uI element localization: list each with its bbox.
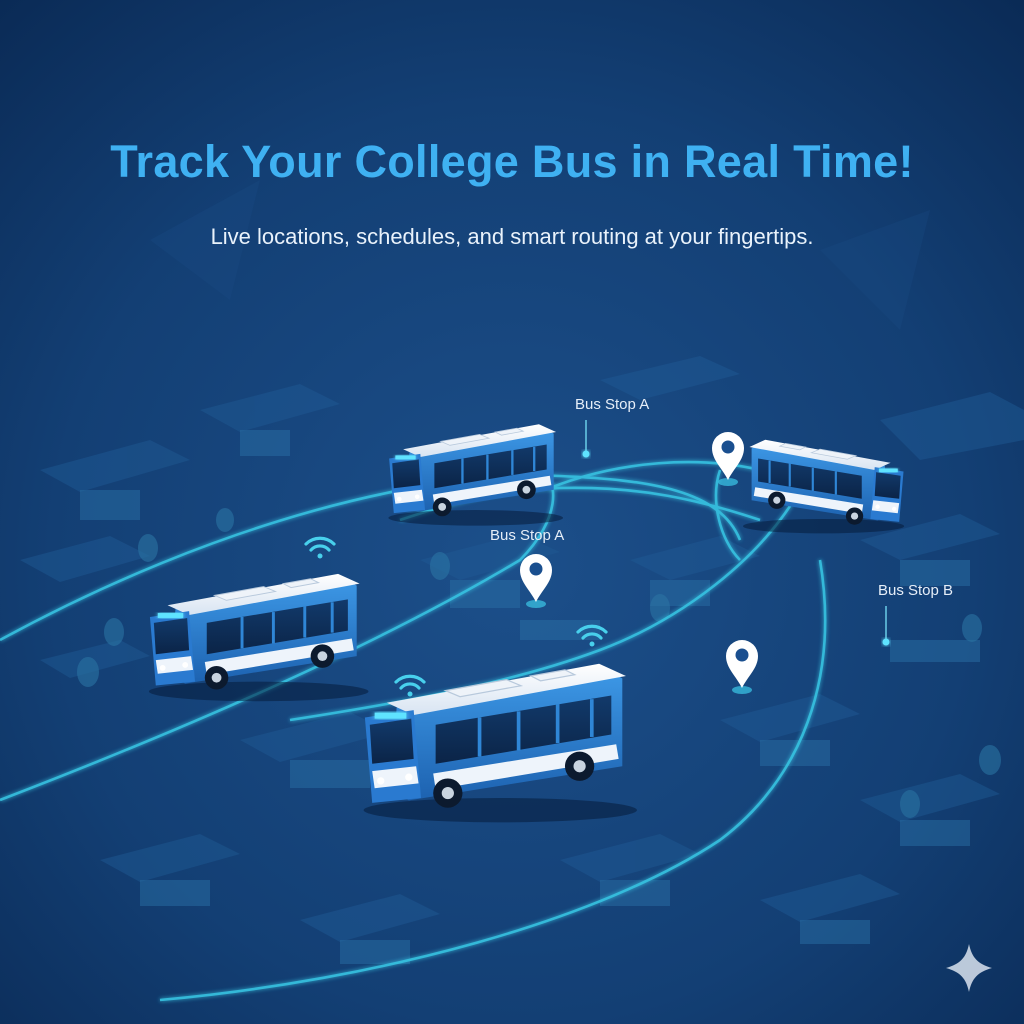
page-title: Track Your College Bus in Real Time!	[110, 136, 914, 187]
promo-banner: Track Your College Bus in Real Time! Liv…	[0, 0, 1024, 1024]
page-subtitle: Live locations, schedules, and smart rou…	[210, 224, 814, 249]
bus-stop-label: Bus Stop B	[878, 582, 954, 599]
bus-stop-label: Bus Stop A	[490, 527, 565, 544]
bus-stop-label: Bus Stop A	[575, 396, 650, 413]
